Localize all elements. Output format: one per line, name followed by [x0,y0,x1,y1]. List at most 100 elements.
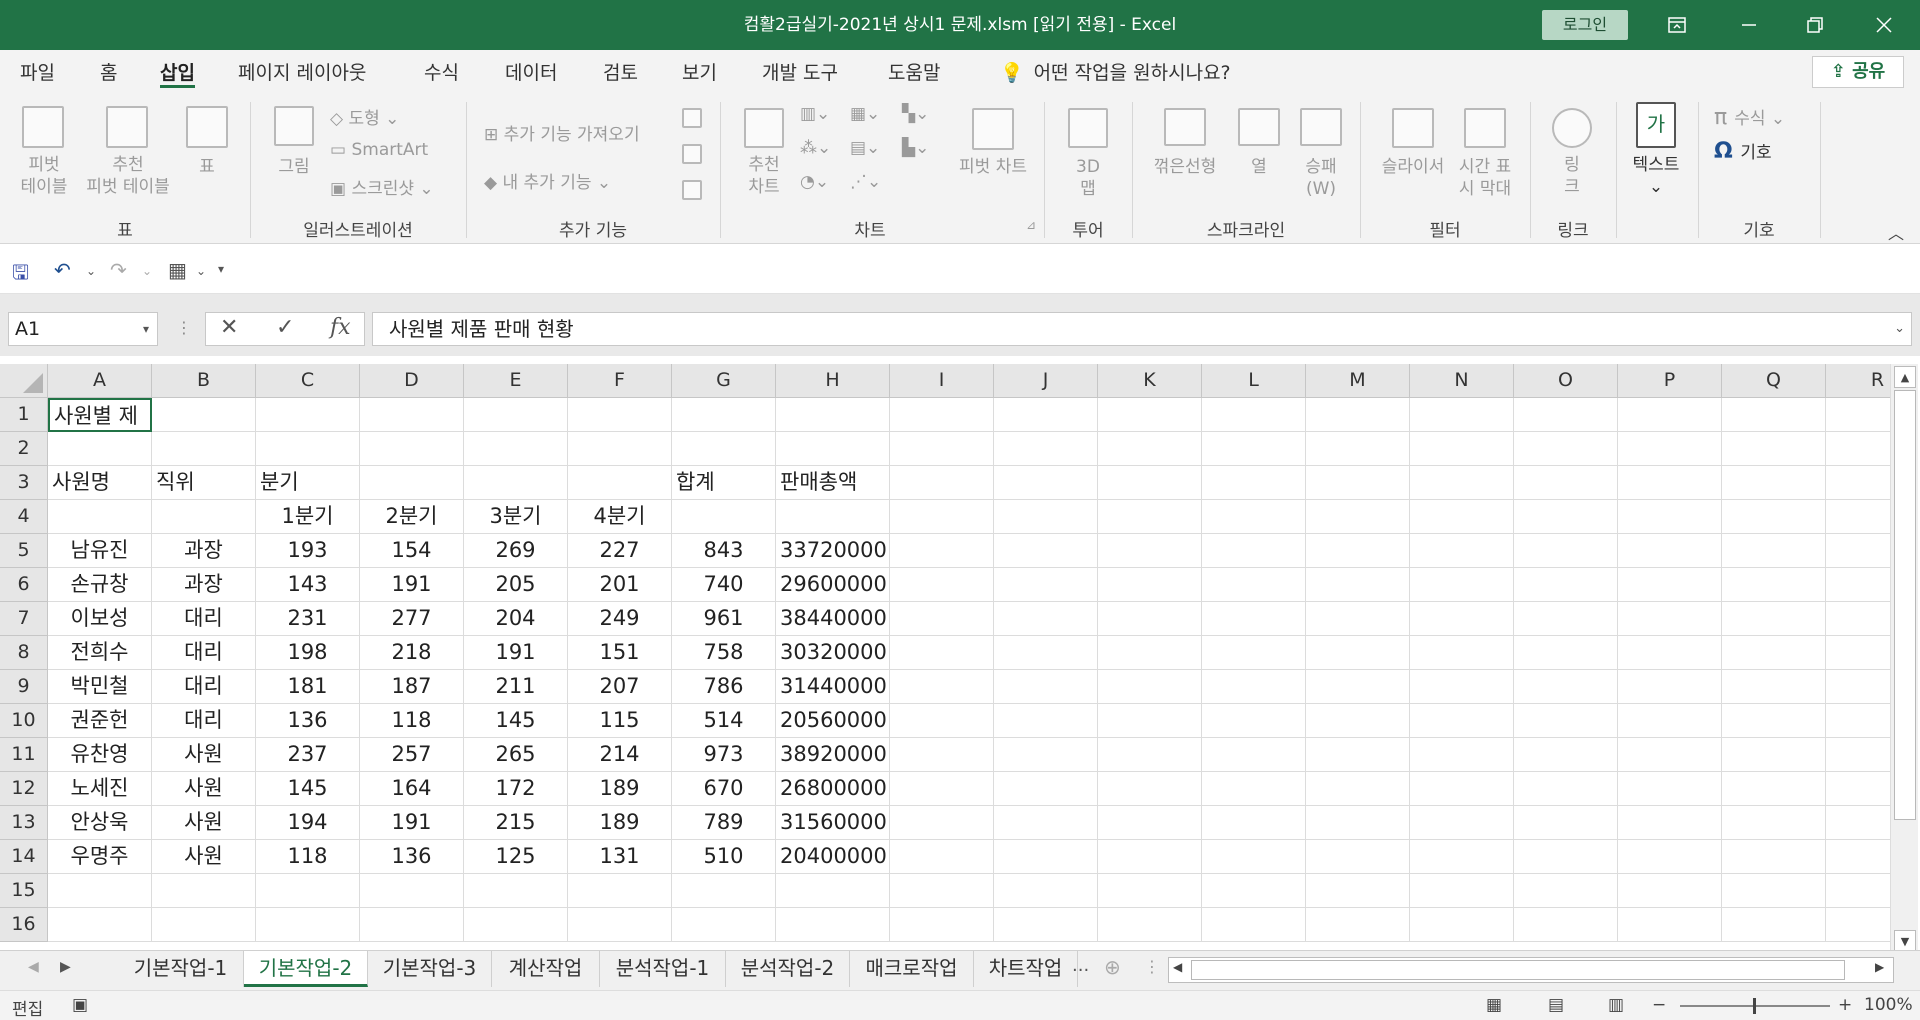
column-header-R[interactable]: R [1826,364,1890,398]
cell[interactable] [1826,908,1890,942]
page-layout-view-icon[interactable]: ▤ [1548,995,1564,1015]
cell[interactable] [1306,636,1410,670]
cell[interactable] [1514,772,1618,806]
cell[interactable] [1514,500,1618,534]
zoom-level[interactable]: 100% [1864,995,1913,1015]
cell[interactable] [568,466,672,500]
pictures-button[interactable]: 그림 [266,156,322,178]
cell[interactable] [1098,806,1202,840]
login-button[interactable]: 로그인 [1542,10,1628,40]
cell[interactable] [1722,534,1826,568]
column-header-M[interactable]: M [1306,364,1410,398]
cell[interactable] [1410,500,1514,534]
cell[interactable] [360,466,464,500]
cell[interactable] [360,874,464,908]
data-cell[interactable]: 전희수 [48,636,152,670]
data-cell[interactable]: 안상욱 [48,806,152,840]
cell[interactable] [1618,908,1722,942]
cell[interactable] [1514,704,1618,738]
cell[interactable] [994,534,1098,568]
cell[interactable] [1410,466,1514,500]
sheet-tab[interactable]: 매크로작업 [850,951,974,987]
row-header-3[interactable]: 3 [0,466,48,500]
slicer-button[interactable]: 슬라이서 [1372,156,1454,178]
cell[interactable] [1722,772,1826,806]
row-header-10[interactable]: 10 [0,704,48,738]
data-cell[interactable]: 211 [464,670,568,704]
data-cell[interactable]: 우명주 [48,840,152,874]
cell[interactable] [360,398,464,432]
zoom-slider-thumb[interactable] [1753,998,1756,1014]
cell[interactable] [1722,738,1826,772]
cell[interactable] [1722,602,1826,636]
cell[interactable] [1098,704,1202,738]
cell[interactable] [890,398,994,432]
cell[interactable] [1410,670,1514,704]
column-header-A[interactable]: A [48,364,152,398]
data-cell[interactable]: 218 [360,636,464,670]
cell[interactable] [1826,704,1890,738]
cell[interactable] [1826,534,1890,568]
data-cell[interactable]: 187 [360,670,464,704]
cell[interactable] [994,840,1098,874]
zoom-slider[interactable] [1680,998,1830,1014]
cell[interactable] [1826,840,1890,874]
cell[interactable] [1722,398,1826,432]
quarter-header-cell[interactable]: 4분기 [568,500,672,534]
cell[interactable] [1618,568,1722,602]
cell[interactable] [776,908,890,942]
cell[interactable] [1410,704,1514,738]
normal-view-icon[interactable]: ▦ [1486,995,1502,1015]
cell[interactable] [1202,534,1306,568]
cell[interactable] [1722,636,1826,670]
cell[interactable] [994,432,1098,466]
cell[interactable] [776,432,890,466]
cell[interactable] [994,568,1098,602]
cell[interactable] [1202,670,1306,704]
timeline-button[interactable]: 시간 표 시 막대 [1448,156,1522,200]
data-cell[interactable]: 115 [568,704,672,738]
scroll-up-icon[interactable]: ▲ [1894,366,1916,388]
data-cell[interactable]: 30320000 [776,636,890,670]
column-header-C[interactable]: C [256,364,360,398]
data-cell[interactable]: 164 [360,772,464,806]
cell[interactable] [1826,500,1890,534]
cell[interactable] [1618,466,1722,500]
cell[interactable] [890,704,994,738]
cell[interactable] [1722,908,1826,942]
data-cell[interactable]: 205 [464,568,568,602]
cell[interactable] [152,500,256,534]
cell[interactable] [1514,738,1618,772]
data-cell[interactable]: 118 [256,840,360,874]
horizontal-scrollbar[interactable]: ◀ ▶ [1168,957,1894,983]
cell[interactable] [890,602,994,636]
cell[interactable] [1618,840,1722,874]
cell[interactable] [1618,806,1722,840]
cell[interactable] [1098,738,1202,772]
redo-dropdown-icon[interactable]: ⌄ [142,264,152,278]
data-cell[interactable]: 191 [360,806,464,840]
header-cell[interactable]: 사원명 [48,466,152,500]
data-cell[interactable]: 권준헌 [48,704,152,738]
cell[interactable] [1202,840,1306,874]
row-header-16[interactable]: 16 [0,908,48,942]
cell[interactable] [1618,772,1722,806]
data-cell[interactable]: 143 [256,568,360,602]
hierarchy-chart-icon[interactable]: ▦⌄ [850,104,880,124]
column-header-J[interactable]: J [994,364,1098,398]
data-cell[interactable]: 151 [568,636,672,670]
cell[interactable] [1306,466,1410,500]
row-header-6[interactable]: 6 [0,568,48,602]
data-cell[interactable]: 20560000 [776,704,890,738]
cell[interactable] [1514,568,1618,602]
data-cell[interactable]: 유찬영 [48,738,152,772]
cell[interactable] [1098,534,1202,568]
column-header-F[interactable]: F [568,364,672,398]
column-header-E[interactable]: E [464,364,568,398]
column-header-N[interactable]: N [1410,364,1514,398]
data-cell[interactable]: 510 [672,840,776,874]
cell[interactable] [1202,704,1306,738]
cell[interactable] [1722,500,1826,534]
data-cell[interactable]: 154 [360,534,464,568]
data-cell[interactable]: 249 [568,602,672,636]
